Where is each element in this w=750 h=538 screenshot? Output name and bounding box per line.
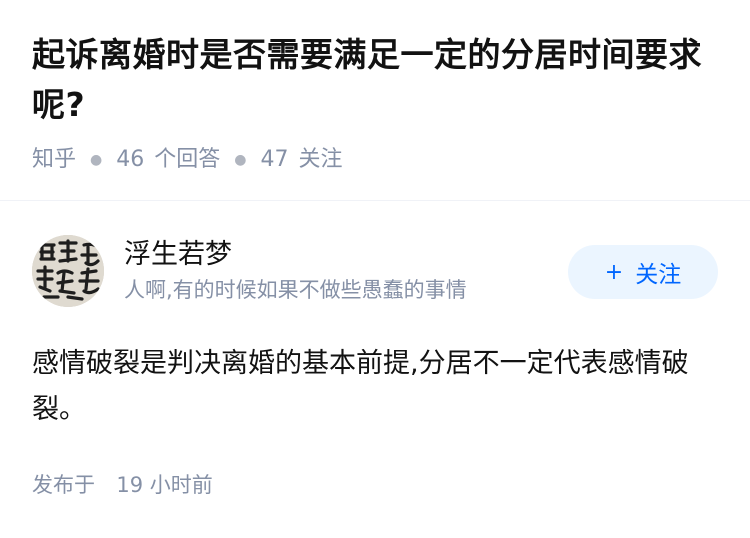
follow-button[interactable]: + 关注 <box>568 245 718 299</box>
plus-icon: + <box>604 259 624 285</box>
answer-card: 浮生若梦 人啊,有的时候如果不做些愚蠢的事情 + 关注 感情破裂是判决离婚的基本… <box>0 235 750 499</box>
follow-button-label: 关注 <box>635 262 682 288</box>
answer-count[interactable]: 46 <box>116 146 144 174</box>
answer-content[interactable]: 感情破裂是判决离婚的基本前提,分居不一定代表感情破裂。 <box>32 341 718 433</box>
publish-time: 发布于 19 小时前 <box>32 471 718 499</box>
question-title[interactable]: 起诉离婚时是否需要满足一定的分居时间要求呢? <box>32 30 718 130</box>
source-label[interactable]: 知乎 <box>32 146 76 174</box>
author-row: 浮生若梦 人啊,有的时候如果不做些愚蠢的事情 + 关注 <box>32 235 718 307</box>
section-divider <box>0 200 750 201</box>
author-name[interactable]: 浮生若梦 <box>124 238 568 272</box>
publish-time-value: 19 小时前 <box>116 473 213 497</box>
answer-count-label[interactable]: 个回答 <box>154 146 220 174</box>
follower-count-label[interactable]: 关注 <box>298 146 342 174</box>
question-header: 起诉离婚时是否需要满足一定的分居时间要求呢? 知乎 ● 46 个回答 ● 47 … <box>0 0 750 174</box>
calligraphy-avatar-icon <box>32 235 104 307</box>
avatar[interactable] <box>32 235 104 307</box>
publish-time-prefix: 发布于 <box>32 473 95 497</box>
follower-count[interactable]: 47 <box>260 146 288 174</box>
question-meta: 知乎 ● 46 个回答 ● 47 关注 <box>32 146 718 174</box>
separator-dot: ● <box>90 152 103 168</box>
separator-dot: ● <box>234 152 247 168</box>
author-info: 浮生若梦 人啊,有的时候如果不做些愚蠢的事情 <box>124 238 568 304</box>
author-bio: 人啊,有的时候如果不做些愚蠢的事情 <box>124 278 467 302</box>
